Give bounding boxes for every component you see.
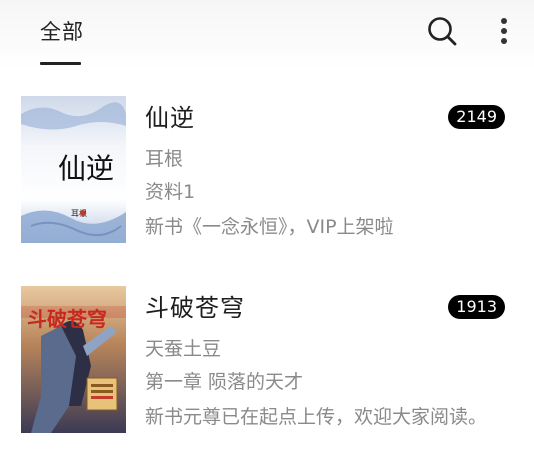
book-current-chapter: 第一章 陨落的天才 xyxy=(145,371,304,393)
top-bar: 全部 xyxy=(0,0,534,72)
unread-count-badge: 2149 xyxy=(448,105,505,129)
book-current-chapter: 资料1 xyxy=(145,181,196,203)
book-item[interactable]: 斗破苍穹 斗破苍穹 1913 天蚕土豆 第一章 陨落的天才 新书元尊已在起点上传… xyxy=(0,282,534,433)
book-latest-update: 新书《一念永恒》，VIP上架啦 xyxy=(145,216,394,238)
book-cover: 仙逆 耳根 xyxy=(21,96,126,243)
more-options-button[interactable] xyxy=(490,14,518,48)
book-cover: 斗破苍穹 xyxy=(21,286,126,433)
search-icon xyxy=(428,17,457,46)
book-latest-update: 新书元尊已在起点上传，欢迎大家阅读。 xyxy=(145,406,488,428)
unread-count-badge: 1913 xyxy=(448,295,505,319)
book-author: 天蚕土豆 xyxy=(145,338,222,360)
cover-title-text: 仙逆 xyxy=(58,152,114,185)
tab-all[interactable]: 全部 xyxy=(40,16,84,46)
cover-title-text: 斗破苍穹 xyxy=(27,307,107,331)
search-button[interactable] xyxy=(425,14,459,48)
tab-active-indicator xyxy=(40,62,81,65)
more-vertical-icon xyxy=(501,18,507,44)
book-item[interactable]: 仙逆 耳根 仙逆 2149 耳根 资料1 新书《一念永恒》，VIP上架啦 xyxy=(0,92,534,243)
book-title: 仙逆 xyxy=(145,104,195,132)
book-title: 斗破苍穹 xyxy=(145,294,245,322)
book-author: 耳根 xyxy=(145,148,184,170)
